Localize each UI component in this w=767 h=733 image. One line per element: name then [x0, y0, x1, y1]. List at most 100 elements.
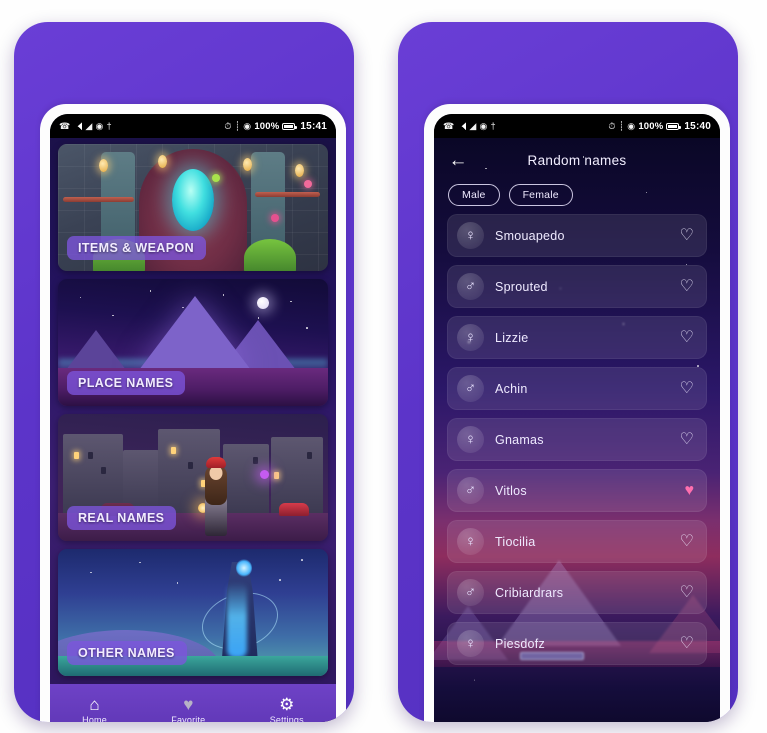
list-item[interactable]: ♀ Lizzie ♡	[447, 316, 707, 359]
category-label-place-names: PLACE NAMES	[67, 371, 186, 395]
favorite-heart-icon[interactable]: ♡	[680, 329, 694, 346]
category-label-real-names: REAL NAMES	[67, 506, 177, 530]
name-label: Sprouted	[495, 279, 548, 294]
list-item[interactable]: ♀ Piesdofz ♡	[447, 622, 707, 665]
name-label: Lizzie	[495, 330, 529, 345]
girl-illustration	[201, 457, 231, 536]
chip-male[interactable]: Male	[448, 184, 500, 206]
gender-icon: ♀	[457, 426, 484, 453]
random-names-screen: ← Random names Male Female ♀ Smouapedo ♡	[434, 138, 720, 722]
phone-mockup-random-names: ☎ ◢ ◉ † ⏱ ┊ ◉ 100% 15:40 ← Random names …	[398, 22, 738, 722]
gender-icon: ♂	[457, 273, 484, 300]
favorite-heart-icon-active[interactable]: ♥	[685, 482, 695, 499]
home-screen-content: ITEMS & WEAPON PLACE NAMES REAL NAMES OT…	[50, 138, 336, 722]
chip-female[interactable]: Female	[508, 184, 573, 206]
gender-icon: ♀	[457, 630, 484, 657]
phone-bezel-right: ☎ ◢ ◉ † ⏱ ┊ ◉ 100% 15:40 ← Random names …	[424, 104, 730, 722]
gender-icon: ♀	[457, 324, 484, 351]
dnd-icon: ◉	[243, 120, 252, 131]
nav-label-home: Home	[82, 714, 107, 723]
alarm-icon: ⏱	[224, 120, 232, 131]
names-list: ♀ Smouapedo ♡ ♂ Sprouted ♡ ♀ Lizzie ♡ ♂ …	[434, 214, 720, 665]
phone-icon: ☎	[59, 120, 71, 131]
favorite-heart-icon[interactable]: ♡	[680, 380, 694, 397]
back-arrow-icon[interactable]: ←	[446, 148, 470, 172]
battery-percent-left: 100%	[254, 120, 280, 132]
list-item[interactable]: ♀ Gnamas ♡	[447, 418, 707, 461]
category-card-other-names[interactable]: OTHER NAMES	[58, 549, 328, 676]
list-item[interactable]: ♂ Vitlos ♥	[447, 469, 707, 512]
home-icon: ⌂	[89, 694, 100, 714]
nav-label-favorite: Favorite	[171, 714, 206, 723]
eye-icon: ◉	[479, 120, 488, 131]
usb-icon: †	[106, 120, 112, 131]
gender-filter-chips: Male Female	[434, 182, 720, 214]
signal-icon	[73, 122, 83, 130]
gender-icon: ♂	[457, 477, 484, 504]
wifi-icon: ◢	[85, 120, 93, 131]
name-label: Piesdofz	[495, 636, 545, 651]
phone-screen-home: ☎ ◢ ◉ † ⏱ ┊ ◉ 100% 15:41 ITEMS & WEAPON …	[50, 114, 336, 722]
category-card-items-weapon[interactable]: ITEMS & WEAPON	[58, 144, 328, 271]
name-label: Gnamas	[495, 432, 544, 447]
bluetooth-icon: ┊	[618, 120, 625, 131]
clock-right: 15:40	[684, 120, 711, 132]
gender-icon: ♂	[457, 579, 484, 606]
status-bar-left: ☎ ◢ ◉ † ⏱ ┊ ◉ 100% 15:41	[50, 114, 336, 138]
name-label: Cribiardrars	[495, 585, 564, 600]
bluetooth-icon: ┊	[234, 120, 241, 131]
list-item[interactable]: ♀ Smouapedo ♡	[447, 214, 707, 257]
status-bar-left-icons: ☎ ◢ ◉ †	[59, 120, 112, 131]
usb-icon: †	[490, 120, 496, 131]
name-label: Tiocilia	[495, 534, 536, 549]
list-item[interactable]: ♂ Achin ♡	[447, 367, 707, 410]
clock-left: 15:41	[300, 120, 327, 132]
moon-icon	[256, 296, 269, 309]
name-label: Vitlos	[495, 483, 527, 498]
gender-icon: ♂	[457, 375, 484, 402]
name-label: Smouapedo	[495, 228, 565, 243]
gender-icon: ♀	[457, 222, 484, 249]
status-bar-right-left-icons: ☎ ◢ ◉ †	[443, 120, 496, 131]
list-item[interactable]: ♂ Sprouted ♡	[447, 265, 707, 308]
status-bar-right: ☎ ◢ ◉ † ⏱ ┊ ◉ 100% 15:40	[434, 114, 720, 138]
battery-icon	[666, 122, 682, 130]
app-bar: ← Random names	[434, 138, 720, 182]
eye-icon: ◉	[95, 120, 104, 131]
battery-icon	[282, 122, 298, 130]
category-label-items-weapon: ITEMS & WEAPON	[67, 236, 207, 260]
gear-icon: ⚙	[279, 694, 295, 714]
list-item[interactable]: ♀ Tiocilia ♡	[447, 520, 707, 563]
favorite-heart-icon[interactable]: ♡	[680, 278, 694, 295]
favorite-heart-icon[interactable]: ♡	[680, 635, 694, 652]
nav-label-settings: Settings	[269, 714, 304, 723]
phone-mockup-home: ☎ ◢ ◉ † ⏱ ┊ ◉ 100% 15:41 ITEMS & WEAPON …	[14, 22, 354, 722]
phone-screen-random-names: ☎ ◢ ◉ † ⏱ ┊ ◉ 100% 15:40 ← Random names …	[434, 114, 720, 722]
heart-icon: ♥	[183, 694, 194, 714]
nav-item-settings[interactable]: ⚙ Settings	[270, 696, 304, 723]
bottom-navigation-bar: ⌂ Home ♥ Favorite ⚙ Settings	[50, 684, 336, 722]
status-bar-right-icons: ⏱ ┊ ◉ 100% 15:41	[224, 121, 327, 132]
favorite-heart-icon[interactable]: ♡	[680, 533, 694, 550]
nav-item-home[interactable]: ⌂ Home	[82, 696, 107, 723]
category-card-place-names[interactable]: PLACE NAMES	[58, 279, 328, 406]
status-bar-right-right-icons: ⏱ ┊ ◉ 100% 15:40	[608, 121, 711, 132]
dnd-icon: ◉	[627, 120, 636, 131]
phone-bezel-left: ☎ ◢ ◉ † ⏱ ┊ ◉ 100% 15:41 ITEMS & WEAPON …	[40, 104, 346, 722]
screenshot-stage: ☎ ◢ ◉ † ⏱ ┊ ◉ 100% 15:41 ITEMS & WEAPON …	[0, 0, 767, 733]
wifi-icon: ◢	[469, 120, 477, 131]
signal-icon	[457, 122, 467, 130]
favorite-heart-icon[interactable]: ♡	[680, 227, 694, 244]
category-label-other-names: OTHER NAMES	[67, 641, 187, 665]
category-card-real-names[interactable]: REAL NAMES	[58, 414, 328, 541]
page-title: Random names	[527, 152, 627, 168]
favorite-heart-icon[interactable]: ♡	[680, 431, 694, 448]
gender-icon: ♀	[457, 528, 484, 555]
nav-item-favorite[interactable]: ♥ Favorite	[171, 696, 205, 723]
alarm-icon: ⏱	[608, 120, 616, 131]
favorite-heart-icon[interactable]: ♡	[680, 584, 694, 601]
list-item[interactable]: ♂ Cribiardrars ♡	[447, 571, 707, 614]
name-label: Achin	[495, 381, 528, 396]
battery-percent-right: 100%	[638, 120, 664, 132]
phone-icon: ☎	[443, 120, 455, 131]
